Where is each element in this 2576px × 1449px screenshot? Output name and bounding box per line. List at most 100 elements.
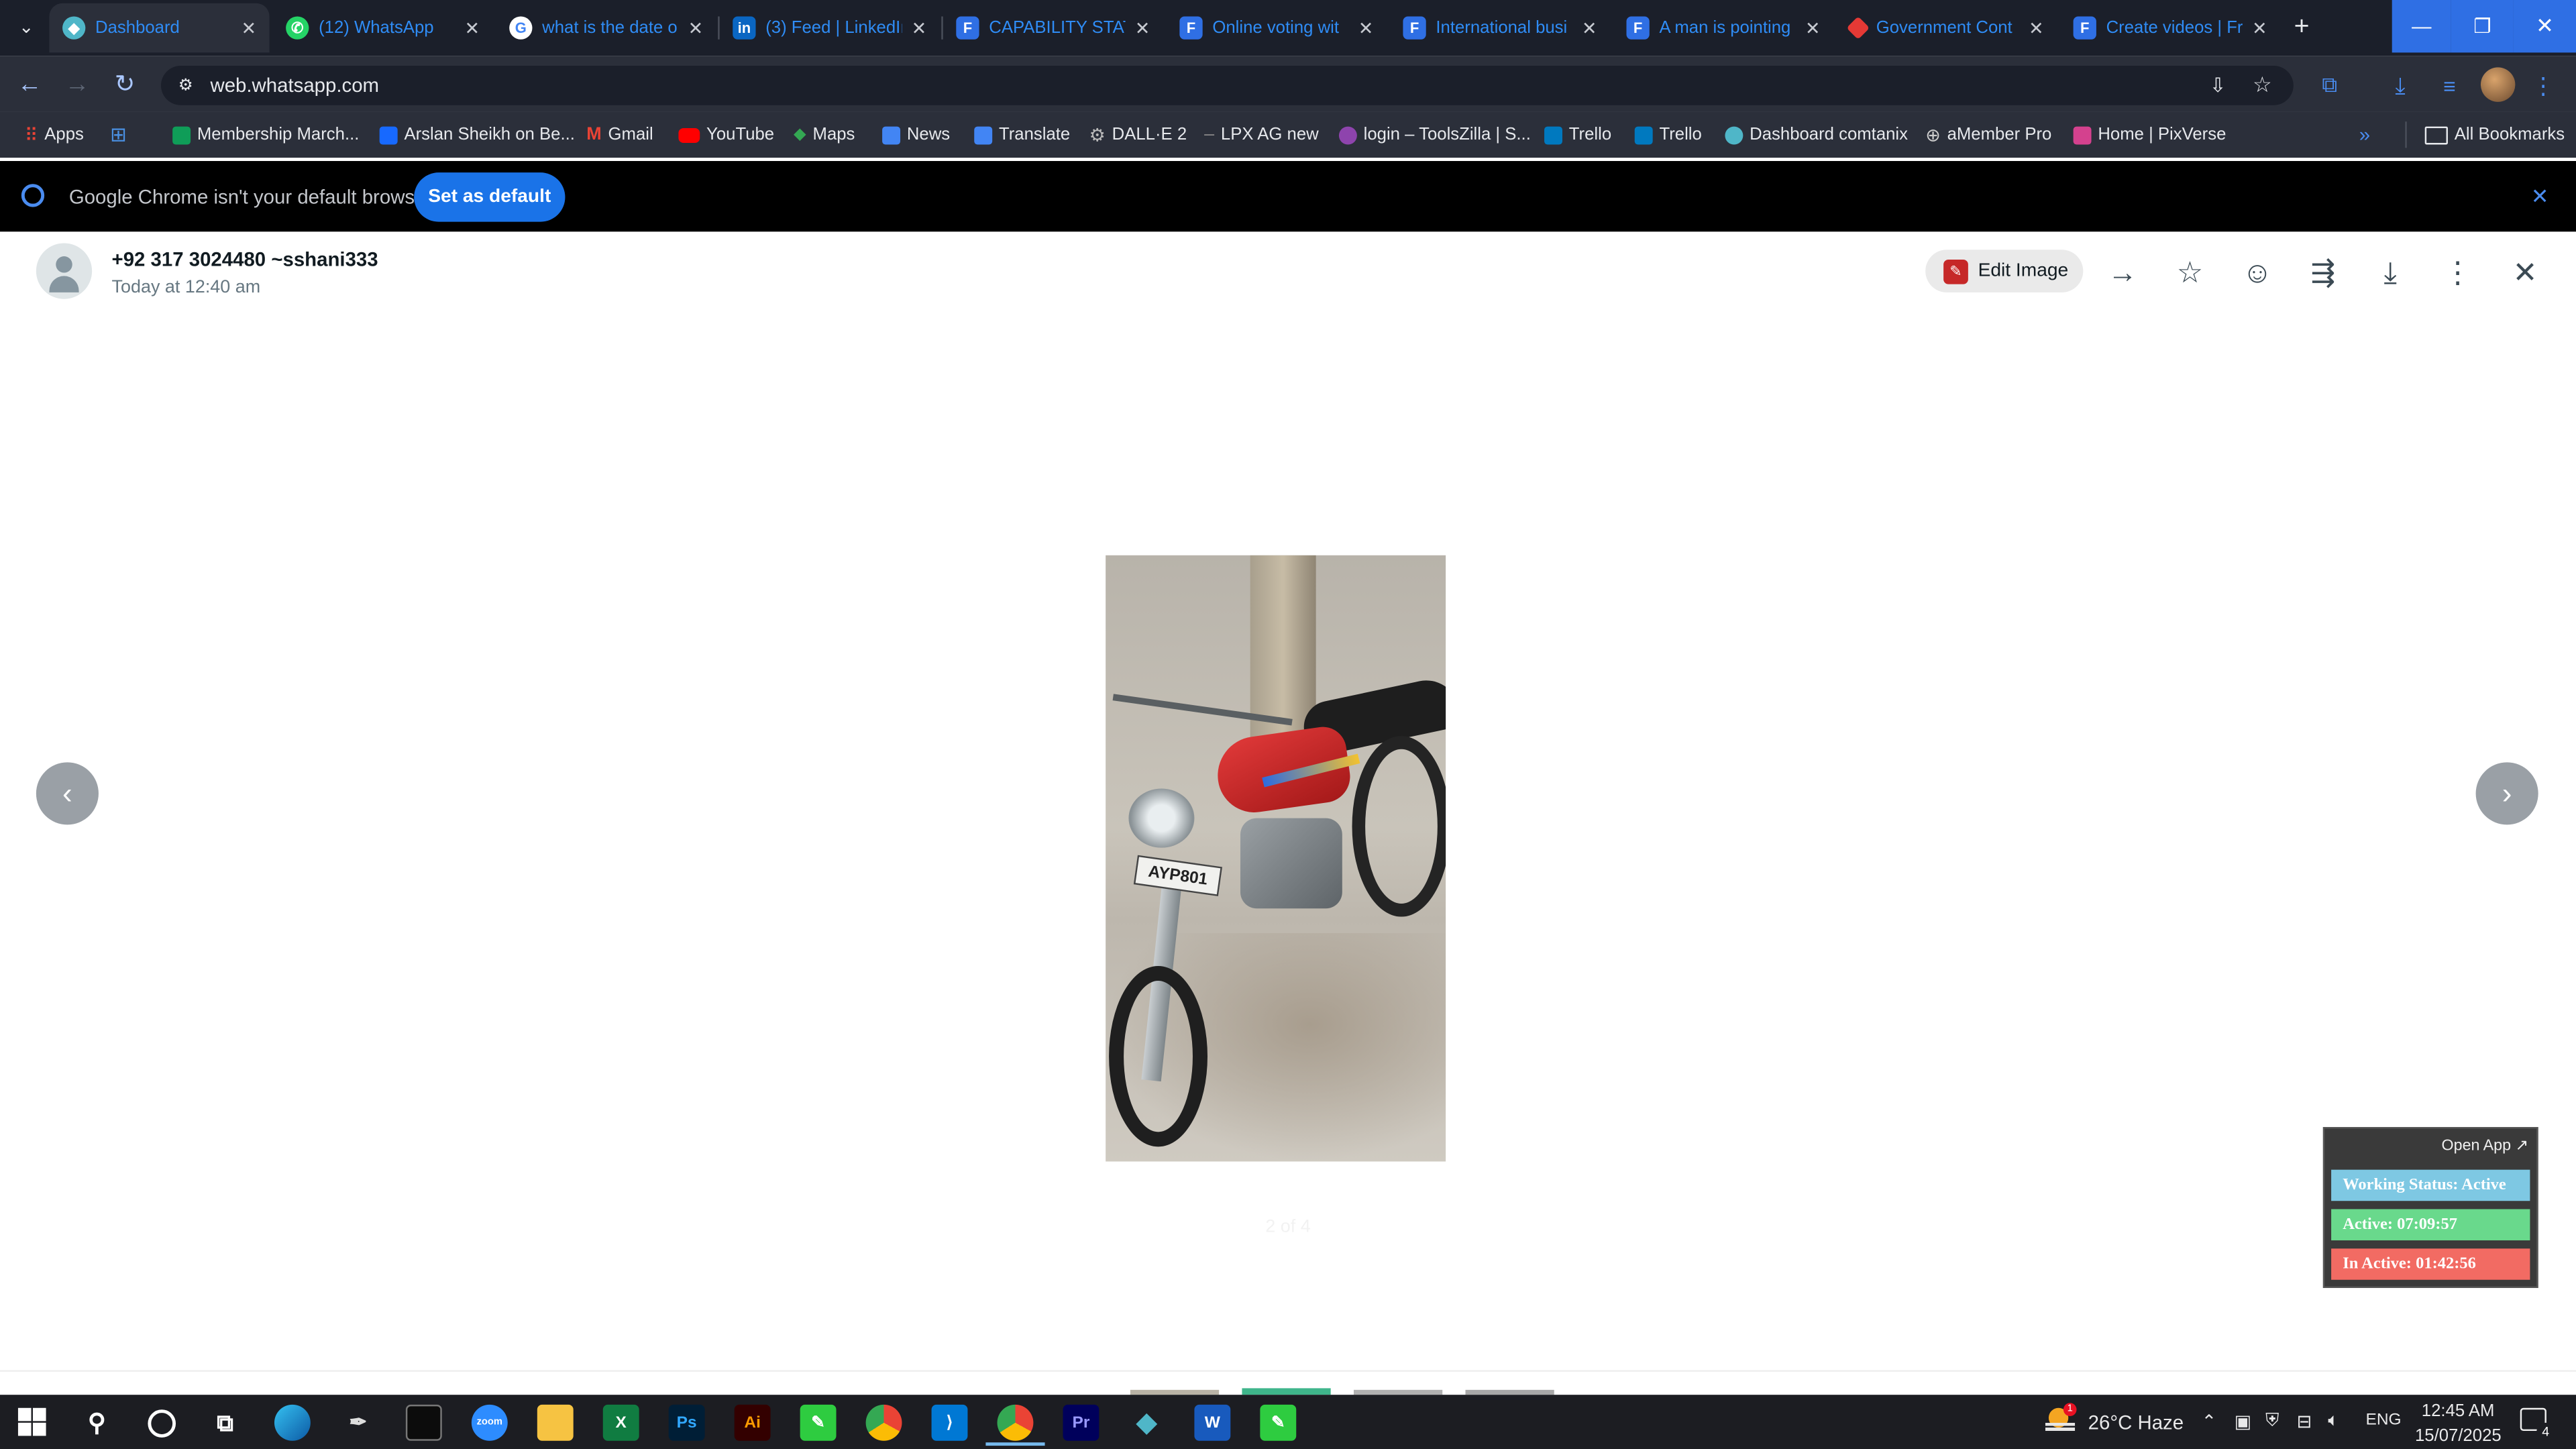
media-thumbnail[interactable] <box>1242 1388 1331 1395</box>
bookmark-comtanix[interactable]: Dashboard comtanix <box>1725 121 1908 148</box>
bookmark-membership[interactable]: Membership March... <box>172 121 359 148</box>
extensions-icon[interactable]: ⧉ <box>2313 69 2346 102</box>
diamond-app-icon[interactable]: ◆ <box>1128 1405 1165 1441</box>
weather-text[interactable]: 26°C Haze <box>2088 1411 2184 1434</box>
vscode-icon[interactable]: ⟩ <box>931 1404 968 1441</box>
back-icon[interactable]: ← <box>13 67 46 100</box>
forward-icon[interactable]: ⇶ <box>2305 255 2341 291</box>
tab-government-contracts[interactable]: Government Cont ✕ <box>1837 3 2057 52</box>
windows-start-icon[interactable] <box>17 1407 46 1436</box>
download-media-icon[interactable]: ⤓ <box>2372 255 2408 291</box>
open-app-link[interactable]: Open App ↗ <box>2442 1137 2528 1155</box>
bookmark-dalle[interactable]: ⚙ DALL·E 2 <box>1089 121 1187 148</box>
file-explorer-icon[interactable] <box>537 1404 574 1441</box>
set-as-default-button[interactable]: Set as default <box>414 172 566 222</box>
edge-icon[interactable] <box>274 1404 311 1441</box>
close-infobar-icon[interactable]: ✕ <box>2527 184 2553 210</box>
more-options-icon[interactable]: ⋮ <box>2440 255 2476 291</box>
bookmark-pixverse[interactable]: Home | PixVerse <box>2073 121 2226 148</box>
new-tab-icon[interactable]: + <box>2286 11 2318 44</box>
install-app-icon[interactable]: ⇩ <box>2203 70 2233 100</box>
weather-icon[interactable]: 1 <box>2045 1403 2077 1434</box>
tab-linkedin[interactable]: in (3) Feed | LinkedIn ✕ <box>720 3 940 52</box>
next-media-button[interactable]: › <box>2475 762 2538 825</box>
clock-time[interactable]: 12:45 AM <box>2422 1401 2495 1421</box>
bookmark-news[interactable]: News <box>882 121 950 148</box>
illustrator-icon[interactable]: Ai <box>734 1404 771 1441</box>
restore-icon[interactable]: ❐ <box>2451 0 2514 53</box>
close-tab-icon[interactable]: ✕ <box>912 17 927 38</box>
bookmark-trello-1[interactable]: Trello <box>1544 121 1611 148</box>
media-thumbnail[interactable] <box>1130 1389 1220 1395</box>
excel-icon[interactable]: X <box>602 1404 639 1441</box>
search-icon[interactable]: ⚲ <box>79 1405 115 1441</box>
tab-google-search[interactable]: G what is the date o ✕ <box>496 3 716 52</box>
show-hidden-icons[interactable]: ⌃ <box>2202 1411 2217 1432</box>
previous-media-button[interactable]: ‹ <box>36 762 99 825</box>
bookmark-translate[interactable]: Translate <box>974 121 1070 148</box>
sender-avatar[interactable] <box>36 243 93 299</box>
tab-dashboard[interactable]: ◆ Dashboard ✕ <box>49 3 270 53</box>
terminal-icon[interactable] <box>405 1404 442 1441</box>
emoji-react-icon[interactable]: ☺ <box>2239 255 2275 291</box>
close-tab-icon[interactable]: ✕ <box>1135 17 1150 38</box>
tab-search-icon[interactable]: ⌄ <box>10 10 43 43</box>
close-window-icon[interactable]: ✕ <box>2513 0 2576 53</box>
address-bar[interactable] <box>161 65 2294 105</box>
reload-icon[interactable]: ↻ <box>109 67 142 100</box>
media-thumbnail[interactable] <box>1465 1389 1554 1395</box>
clock-date[interactable]: 15/07/2025 <box>2415 1426 2502 1446</box>
close-tab-icon[interactable]: ✕ <box>465 17 480 38</box>
network-icon[interactable]: ⊟ <box>2297 1411 2312 1432</box>
forward-icon[interactable]: → <box>61 67 94 100</box>
bookmark-apps[interactable]: ⠿ Apps <box>25 121 84 148</box>
meet-now-icon[interactable]: ▣ <box>2235 1411 2251 1432</box>
chrome-icon[interactable] <box>865 1404 902 1441</box>
zoom-icon[interactable]: zoom <box>471 1404 508 1441</box>
go-to-message-icon[interactable]: → <box>2104 255 2141 291</box>
close-tab-icon[interactable]: ✕ <box>1582 17 1597 38</box>
bookmark-toolszilla[interactable]: login – ToolsZilla | S... <box>1338 121 1531 148</box>
bookmark-youtube[interactable]: YouTube <box>678 121 774 148</box>
media-thumbnail[interactable] <box>1353 1389 1443 1395</box>
close-tab-icon[interactable]: ✕ <box>1358 17 1374 38</box>
pen-tool-icon[interactable]: ✒ <box>340 1405 376 1441</box>
tab-international-business[interactable]: F International busi ✕ <box>1390 3 1610 52</box>
chrome-active-icon[interactable] <box>997 1404 1034 1441</box>
media-control-icon[interactable]: ≡ <box>2433 69 2466 102</box>
cortana-icon[interactable] <box>143 1405 179 1441</box>
close-viewer-icon[interactable]: ✕ <box>2507 255 2543 291</box>
close-tab-icon[interactable]: ✕ <box>1805 17 1821 38</box>
bookmark-tab-groups[interactable]: ⊞ <box>110 121 127 148</box>
input-language[interactable]: ENG <box>2366 1411 2402 1430</box>
close-tab-icon[interactable]: ✕ <box>2252 17 2267 38</box>
premiere-icon[interactable]: Pr <box>1063 1404 1099 1441</box>
bookmark-maps[interactable]: ⬥ Maps <box>794 121 855 148</box>
profile-avatar[interactable] <box>2480 67 2516 102</box>
task-view-icon[interactable]: ⧉ <box>207 1405 244 1441</box>
minimize-icon[interactable]: — <box>2392 0 2451 53</box>
site-info-icon[interactable]: ⚙ <box>174 74 197 97</box>
photoshop-icon[interactable]: Ps <box>668 1404 705 1441</box>
download-icon[interactable]: ⤓ <box>2383 69 2416 102</box>
star-icon[interactable]: ☆ <box>2172 255 2208 291</box>
close-tab-icon[interactable]: ✕ <box>2029 17 2044 38</box>
bookmark-lpx[interactable]: – LPX AG new <box>1204 121 1319 148</box>
security-icon[interactable]: ⛨ <box>2265 1411 2279 1433</box>
tab-whatsapp[interactable]: ✆ (12) WhatsApp ✕ <box>273 3 493 52</box>
tab-online-voting[interactable]: F Online voting wit ✕ <box>1167 3 1387 52</box>
tab-man-pointing[interactable]: F A man is pointing ✕ <box>1613 3 1833 52</box>
edit-image-button[interactable]: ✎ Edit Image <box>1925 250 2084 292</box>
green-app-2-icon[interactable]: ✎ <box>1260 1404 1297 1441</box>
close-tab-icon[interactable]: ✕ <box>688 17 704 38</box>
more-bookmarks-icon[interactable]: » <box>2359 121 2370 148</box>
bookmark-amember[interactable]: ⊕ aMember Pro <box>1925 121 2051 148</box>
close-tab-icon[interactable]: ✕ <box>241 17 256 38</box>
tab-capability-statement[interactable]: F CAPABILITY STATE ✕ <box>943 3 1163 52</box>
bookmark-trello-2[interactable]: Trello <box>1634 121 1702 148</box>
tab-create-videos[interactable]: F Create videos | Fr ✕ <box>2060 3 2280 52</box>
all-bookmarks[interactable]: All Bookmarks <box>2424 121 2565 148</box>
word-icon[interactable]: W <box>1194 1404 1231 1441</box>
green-app-icon[interactable]: ✎ <box>800 1404 837 1441</box>
volume-icon[interactable]: 🔈︎ <box>2328 1411 2339 1433</box>
